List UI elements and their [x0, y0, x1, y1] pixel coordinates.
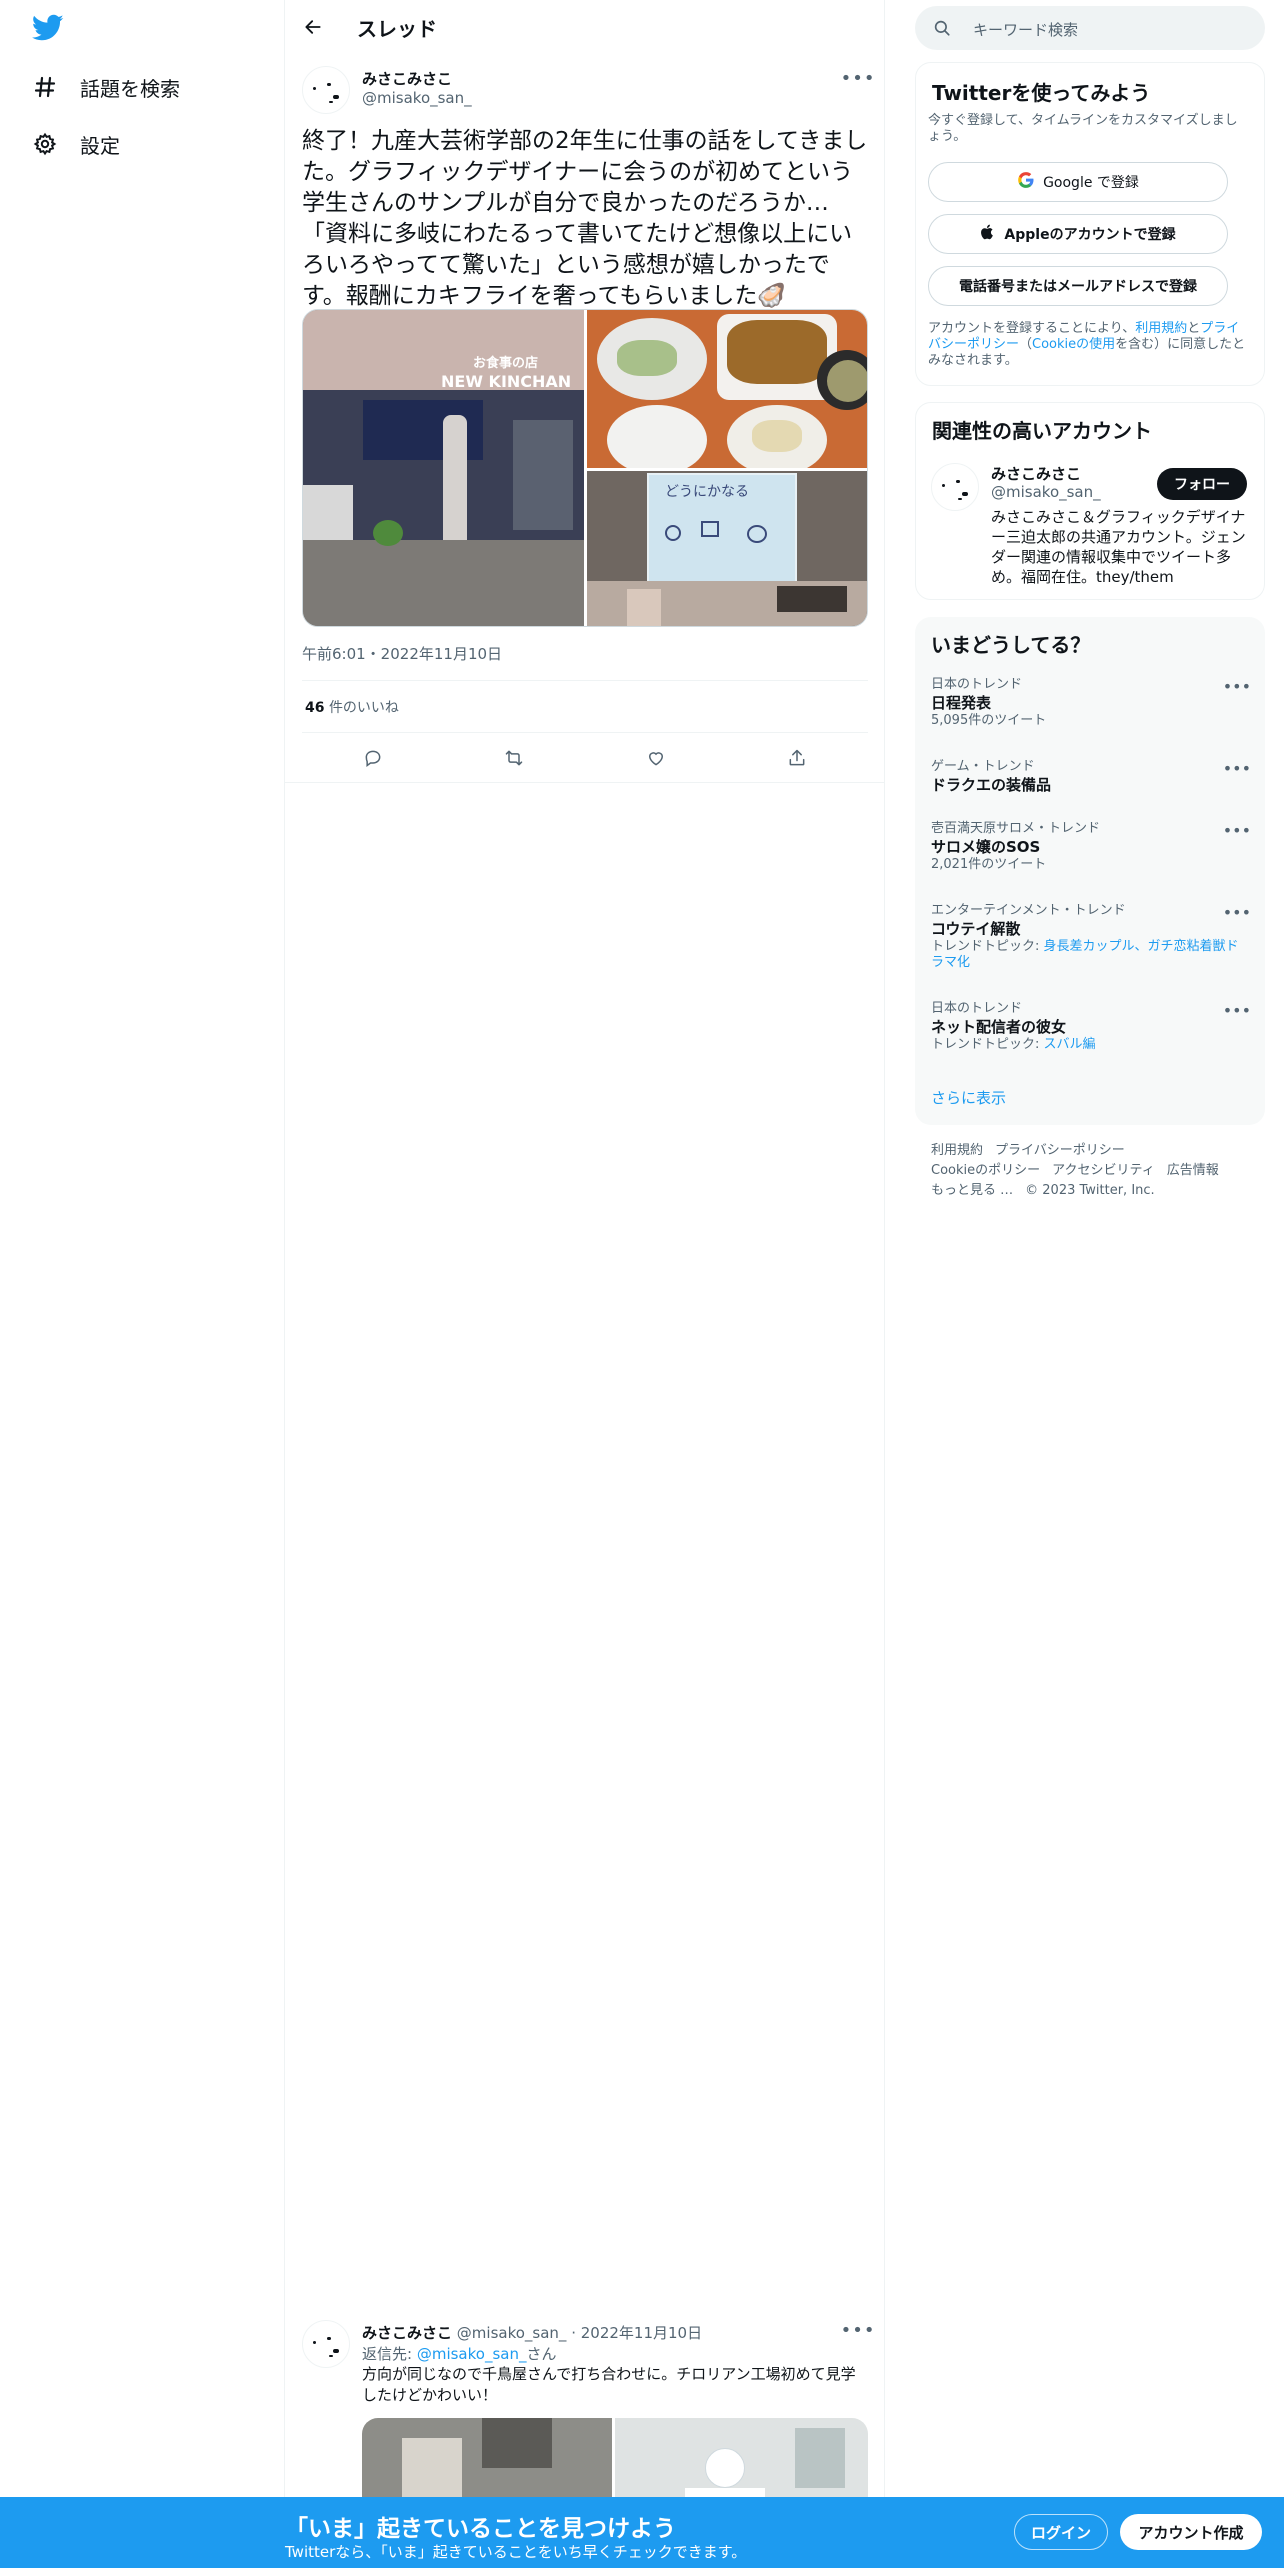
tweet-media[interactable]: お食事の店 NEW KINCHAN どうにかなる: [302, 309, 868, 627]
gear-icon: [32, 131, 58, 157]
trend-item[interactable]: エンターテインメント・トレンド コウテイ解散 トレンドトピック: 身長差カップル…: [931, 903, 1251, 971]
more-icon[interactable]: •••: [841, 66, 875, 90]
tweet-photo[interactable]: お食事の店 NEW KINCHAN: [303, 310, 584, 626]
tweet-actions: [302, 741, 868, 775]
phone-email-signup-label: 電話番号またはメールアドレスで登録: [959, 279, 1197, 295]
reply-meta[interactable]: @misako_san_ · 2022年11月10日: [457, 2324, 702, 2342]
likes-count[interactable]: 46 件のいいね: [305, 697, 399, 717]
trend-item[interactable]: ゲーム・トレンド ドラクエの装備品 •••: [931, 759, 1251, 795]
reply-to-link[interactable]: @misako_san_: [417, 2345, 527, 2363]
main-column: スレッド みさこみさこ @misako_san_ ••• 終了！九産大芸術学部の…: [285, 0, 885, 2518]
cookie-link[interactable]: Cookieの使用: [1032, 337, 1115, 352]
tweet-photo[interactable]: どうにかなる: [587, 471, 867, 626]
avatar[interactable]: [302, 66, 350, 114]
more-icon[interactable]: •••: [841, 2318, 875, 2342]
banner-title: 「いま」起きていることを見つけよう: [285, 2516, 676, 2542]
footer-ads-link[interactable]: 広告情報: [1167, 1163, 1219, 1178]
like-icon[interactable]: [639, 741, 673, 775]
photo-sign-small: お食事の店: [473, 356, 539, 371]
related-account-name[interactable]: みさこみさこ: [991, 463, 1081, 484]
tweet-author-handle[interactable]: @misako_san_: [362, 89, 472, 107]
reply-avatar[interactable]: [302, 2320, 350, 2368]
related-avatar[interactable]: [931, 463, 979, 511]
share-icon[interactable]: [780, 741, 814, 775]
trend-item[interactable]: 日本のトレンド 日程発表 5,095件のツイート •••: [931, 677, 1251, 729]
nav-explore-label: 話題を検索: [80, 76, 180, 101]
show-more-link[interactable]: さらに表示: [931, 1087, 1006, 1108]
terms-link[interactable]: 利用規約: [1135, 321, 1187, 336]
create-account-button[interactable]: アカウント作成: [1120, 2514, 1262, 2550]
signup-title: Twitterを使ってみよう: [932, 81, 1151, 105]
divider: [302, 732, 868, 733]
footer-cookie-link[interactable]: Cookieのポリシー: [931, 1163, 1040, 1178]
google-signup-label: Google で登録: [1043, 175, 1139, 191]
tweet-author-name[interactable]: みさこみさこ: [362, 68, 452, 89]
signup-subtitle: 今すぐ登録して、タイムラインをカスタマイズしましょう。: [928, 113, 1238, 144]
photo-sign-large: NEW KINCHAN: [441, 372, 572, 391]
back-arrow-icon[interactable]: [299, 13, 327, 41]
more-icon[interactable]: •••: [1223, 1001, 1251, 1020]
nav-explore[interactable]: 話題を検索: [32, 72, 180, 102]
more-icon[interactable]: •••: [1223, 821, 1251, 840]
reply-icon[interactable]: [356, 741, 390, 775]
related-account-handle[interactable]: @misako_san_: [991, 483, 1101, 501]
left-nav: 話題を検索 設定: [0, 0, 285, 2568]
search-input[interactable]: キーワード検索: [973, 19, 1078, 40]
google-signup-button[interactable]: Google で登録: [928, 162, 1228, 202]
reply-text: 方向が同じなので千鳥屋さんで打ち合わせに。チロリアン工場初めて見学したけどかわい…: [362, 2365, 856, 2404]
reply-author-name[interactable]: みさこみさこ: [362, 2324, 452, 2342]
signup-legal: アカウントを登録することにより、利用規約とプライバシーポリシー（Cookieの使…: [928, 321, 1246, 368]
tweet-photo[interactable]: [587, 310, 867, 468]
signup-banner: 「いま」起きていることを見つけよう Twitterなら、「いま」起きていることを…: [0, 2497, 1284, 2568]
apple-signup-label: Appleのアカウントで登録: [1004, 227, 1176, 243]
search-box[interactable]: キーワード検索: [915, 6, 1265, 50]
page-title: スレッド: [357, 17, 437, 41]
nav-settings-label: 設定: [80, 133, 120, 158]
footer-links: 利用規約 プライバシーポリシー Cookieのポリシー アクセシビリティ 広告情報 も…: [931, 1141, 1261, 1201]
divider: [302, 680, 868, 681]
footer-accessibility-link[interactable]: アクセシビリティ: [1052, 1163, 1155, 1178]
login-button[interactable]: ログイン: [1014, 2514, 1108, 2550]
nav-settings[interactable]: 設定: [32, 129, 120, 159]
more-icon[interactable]: •••: [1223, 759, 1251, 778]
reply-to-line: 返信先: @misako_san_さん: [362, 2345, 557, 2363]
tweet-text: 終了！九産大芸術学部の2年生に仕事の話をしてきました。グラフィックデザイナーに会…: [302, 128, 868, 309]
photo-board-text: どうにかなる: [665, 484, 749, 500]
trend-item[interactable]: 日本のトレンド ネット配信者の彼女 トレンドトピック: スバル編 •••: [931, 1001, 1251, 1053]
more-icon[interactable]: •••: [1223, 903, 1251, 922]
related-account-bio: みさこみさこ＆グラフィックデザイナー三迫太郎の共通アカウント。ジェンダー関連の情…: [991, 508, 1246, 586]
footer-more-link[interactable]: もっと見る …: [931, 1183, 1013, 1198]
signup-card: Twitterを使ってみよう 今すぐ登録して、タイムラインをカスタマイズしましょ…: [915, 62, 1265, 386]
thread-header: スレッド: [285, 0, 885, 53]
twitter-bird-icon[interactable]: [31, 14, 64, 42]
footer-privacy-link[interactable]: プライバシーポリシー: [995, 1143, 1125, 1158]
banner-subtitle: Twitterなら、「いま」起きていることをいち早くチェックできます。: [285, 2543, 747, 2561]
divider: [285, 782, 885, 783]
google-icon: [1017, 171, 1035, 193]
trends-title: いまどうしてる？: [931, 633, 1091, 657]
reply-header: みさこみさこ @misako_san_ · 2022年11月10日: [362, 2322, 702, 2343]
trend-item[interactable]: 壱百満天原サロメ・トレンド サロメ嬢のSOS 2,021件のツイート •••: [931, 821, 1251, 873]
related-title: 関連性の高いアカウント: [932, 419, 1152, 443]
search-icon: [933, 19, 951, 37]
footer-copyright: © 2023 Twitter, Inc.: [1025, 1183, 1155, 1198]
trend-topic-link[interactable]: スバル編: [1044, 1037, 1096, 1052]
tweet-timestamp[interactable]: 午前6:01・2022年11月10日: [302, 643, 502, 664]
follow-button[interactable]: フォロー: [1157, 468, 1247, 500]
apple-icon: [980, 223, 996, 245]
hashtag-icon: [32, 74, 58, 100]
apple-signup-button[interactable]: Appleのアカウントで登録: [928, 214, 1228, 254]
phone-email-signup-button[interactable]: 電話番号またはメールアドレスで登録: [928, 266, 1228, 306]
retweet-icon[interactable]: [497, 741, 531, 775]
more-icon[interactable]: •••: [1223, 677, 1251, 696]
footer-terms-link[interactable]: 利用規約: [931, 1143, 983, 1158]
